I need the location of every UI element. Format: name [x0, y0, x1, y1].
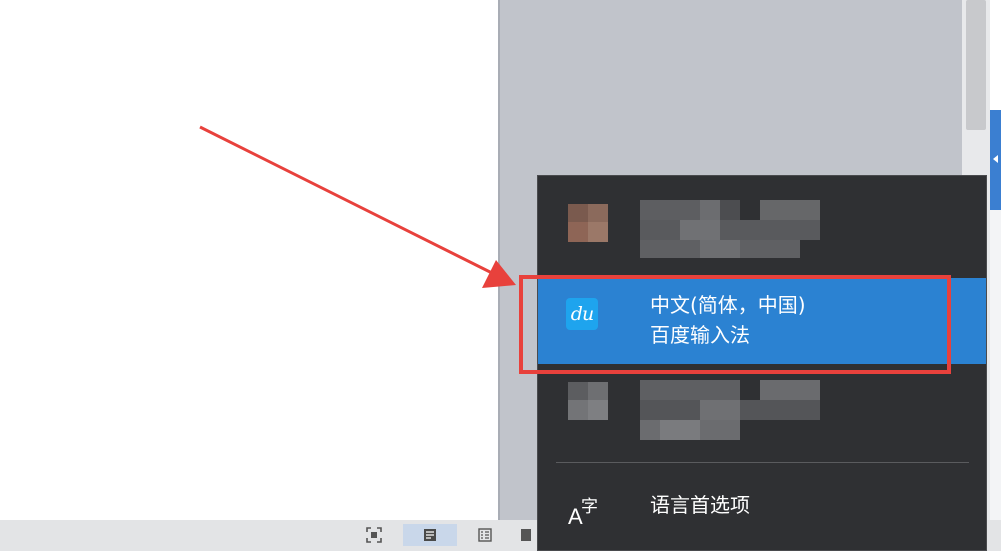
page-view-button[interactable] — [403, 524, 457, 546]
chevron-left-icon — [993, 155, 998, 163]
input-language-label: 中文(简体，中国) — [650, 293, 806, 317]
input-method-menu: du 中文(简体，中国) 百度输入法 A 字 语言首选项 — [537, 175, 987, 551]
document-page[interactable] — [0, 0, 498, 520]
outline-view-button[interactable] — [466, 524, 504, 546]
language-preferences-item[interactable]: A 字 语言首选项 — [538, 476, 986, 536]
side-panel-strip — [990, 210, 1001, 520]
obscured-text-block — [640, 380, 820, 440]
obscured-text-block — [640, 200, 820, 258]
input-method-item-obscured-1[interactable] — [538, 176, 986, 262]
scrollbar-thumb[interactable] — [966, 0, 986, 130]
menu-divider — [556, 462, 969, 463]
web-view-icon — [521, 529, 531, 541]
language-preferences-label: 语言首选项 — [650, 493, 750, 517]
keyboard-layout-label: 百度输入法 — [650, 323, 750, 347]
language-preferences-icon: A 字 — [568, 494, 604, 530]
language-icon-cjk-glyph: 字 — [581, 497, 598, 517]
baidu-du-logo-icon: du — [566, 298, 598, 330]
fit-page-button[interactable] — [355, 524, 393, 546]
input-method-icon — [568, 382, 608, 420]
web-view-button[interactable] — [516, 524, 536, 546]
page-view-icon — [424, 529, 436, 541]
input-method-item-baidu[interactable]: du 中文(简体，中国) 百度输入法 — [538, 278, 986, 364]
fit-page-icon — [366, 527, 382, 543]
input-method-icon — [568, 204, 608, 242]
outline-view-icon — [478, 528, 492, 542]
input-method-item-obscured-2[interactable] — [538, 372, 986, 458]
